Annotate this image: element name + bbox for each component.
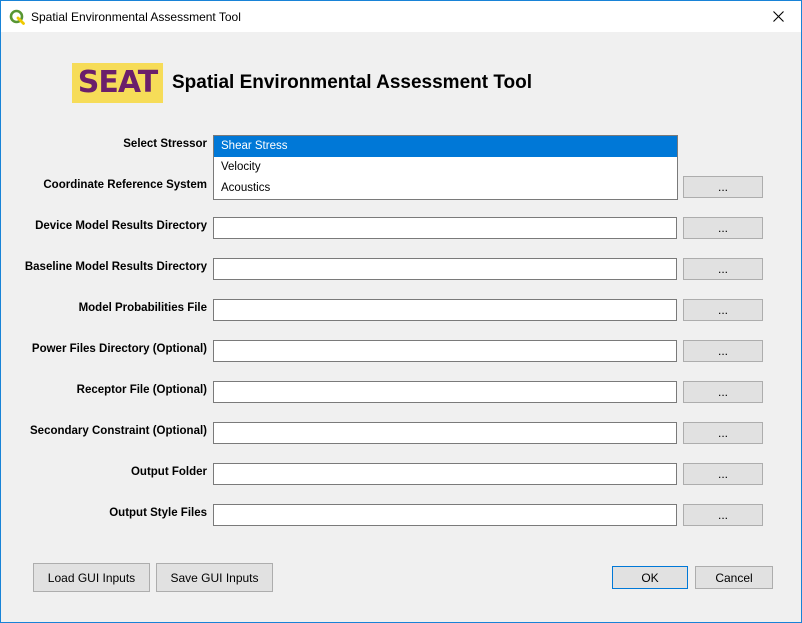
close-icon [772, 11, 784, 22]
output-style-row: Output Style Files ... [1, 504, 801, 526]
device-model-row: Device Model Results Directory ... [1, 217, 801, 239]
device-model-label: Device Model Results Directory [35, 220, 207, 232]
ok-button[interactable]: OK [612, 566, 688, 589]
baseline-model-row: Baseline Model Results Directory ... [1, 258, 801, 280]
probabilities-label: Model Probabilities File [78, 302, 207, 314]
crs-browse-button[interactable]: ... [683, 176, 763, 198]
receptor-label: Receptor File (Optional) [76, 384, 207, 396]
stressor-dropdown-list[interactable]: Shear Stress Velocity Acoustics [213, 135, 678, 200]
seat-logo: SEAT [72, 63, 163, 103]
output-folder-row: Output Folder ... [1, 463, 801, 485]
secondary-constraint-row: Secondary Constraint (Optional) ... [1, 422, 801, 444]
power-files-row: Power Files Directory (Optional) ... [1, 340, 801, 362]
baseline-model-label: Baseline Model Results Directory [24, 261, 207, 273]
save-gui-inputs-button[interactable]: Save GUI Inputs [156, 563, 273, 592]
baseline-model-browse-button[interactable]: ... [683, 258, 763, 280]
device-model-browse-button[interactable]: ... [683, 217, 763, 239]
power-files-browse-button[interactable]: ... [683, 340, 763, 362]
stressor-option-velocity[interactable]: Velocity [214, 157, 677, 178]
page-title: Spatial Environmental Assessment Tool [172, 72, 533, 93]
output-style-label: Output Style Files [109, 507, 207, 519]
output-folder-label: Output Folder [130, 466, 207, 478]
probabilities-browse-button[interactable]: ... [683, 299, 763, 321]
qgis-icon [9, 9, 25, 25]
output-folder-field[interactable] [213, 463, 677, 485]
secondary-constraint-browse-button[interactable]: ... [683, 422, 763, 444]
load-gui-inputs-button[interactable]: Load GUI Inputs [33, 563, 150, 592]
device-model-field[interactable] [213, 217, 677, 239]
output-style-field[interactable] [213, 504, 677, 526]
power-files-field[interactable] [213, 340, 677, 362]
cancel-button[interactable]: Cancel [695, 566, 773, 589]
dialog-window: Spatial Environmental Assessment Tool SE… [0, 0, 802, 623]
stressor-label: Select Stressor [123, 138, 207, 150]
receptor-row: Receptor File (Optional) ... [1, 381, 801, 403]
crs-label: Coordinate Reference System [43, 179, 207, 191]
probabilities-row: Model Probabilities File ... [1, 299, 801, 321]
output-folder-browse-button[interactable]: ... [683, 463, 763, 485]
power-files-label: Power Files Directory (Optional) [31, 343, 207, 355]
secondary-constraint-label: Secondary Constraint (Optional) [30, 425, 207, 437]
title-bar: Spatial Environmental Assessment Tool [1, 1, 801, 32]
stressor-option-shear-stress[interactable]: Shear Stress [214, 136, 677, 157]
output-style-browse-button[interactable]: ... [683, 504, 763, 526]
stressor-option-acoustics[interactable]: Acoustics [214, 178, 677, 199]
probabilities-field[interactable] [213, 299, 677, 321]
receptor-browse-button[interactable]: ... [683, 381, 763, 403]
baseline-model-field[interactable] [213, 258, 677, 280]
receptor-field[interactable] [213, 381, 677, 403]
close-button[interactable] [755, 1, 801, 32]
window-title: Spatial Environmental Assessment Tool [31, 10, 241, 24]
seat-logo-text: SEAT [77, 65, 158, 100]
secondary-constraint-field[interactable] [213, 422, 677, 444]
